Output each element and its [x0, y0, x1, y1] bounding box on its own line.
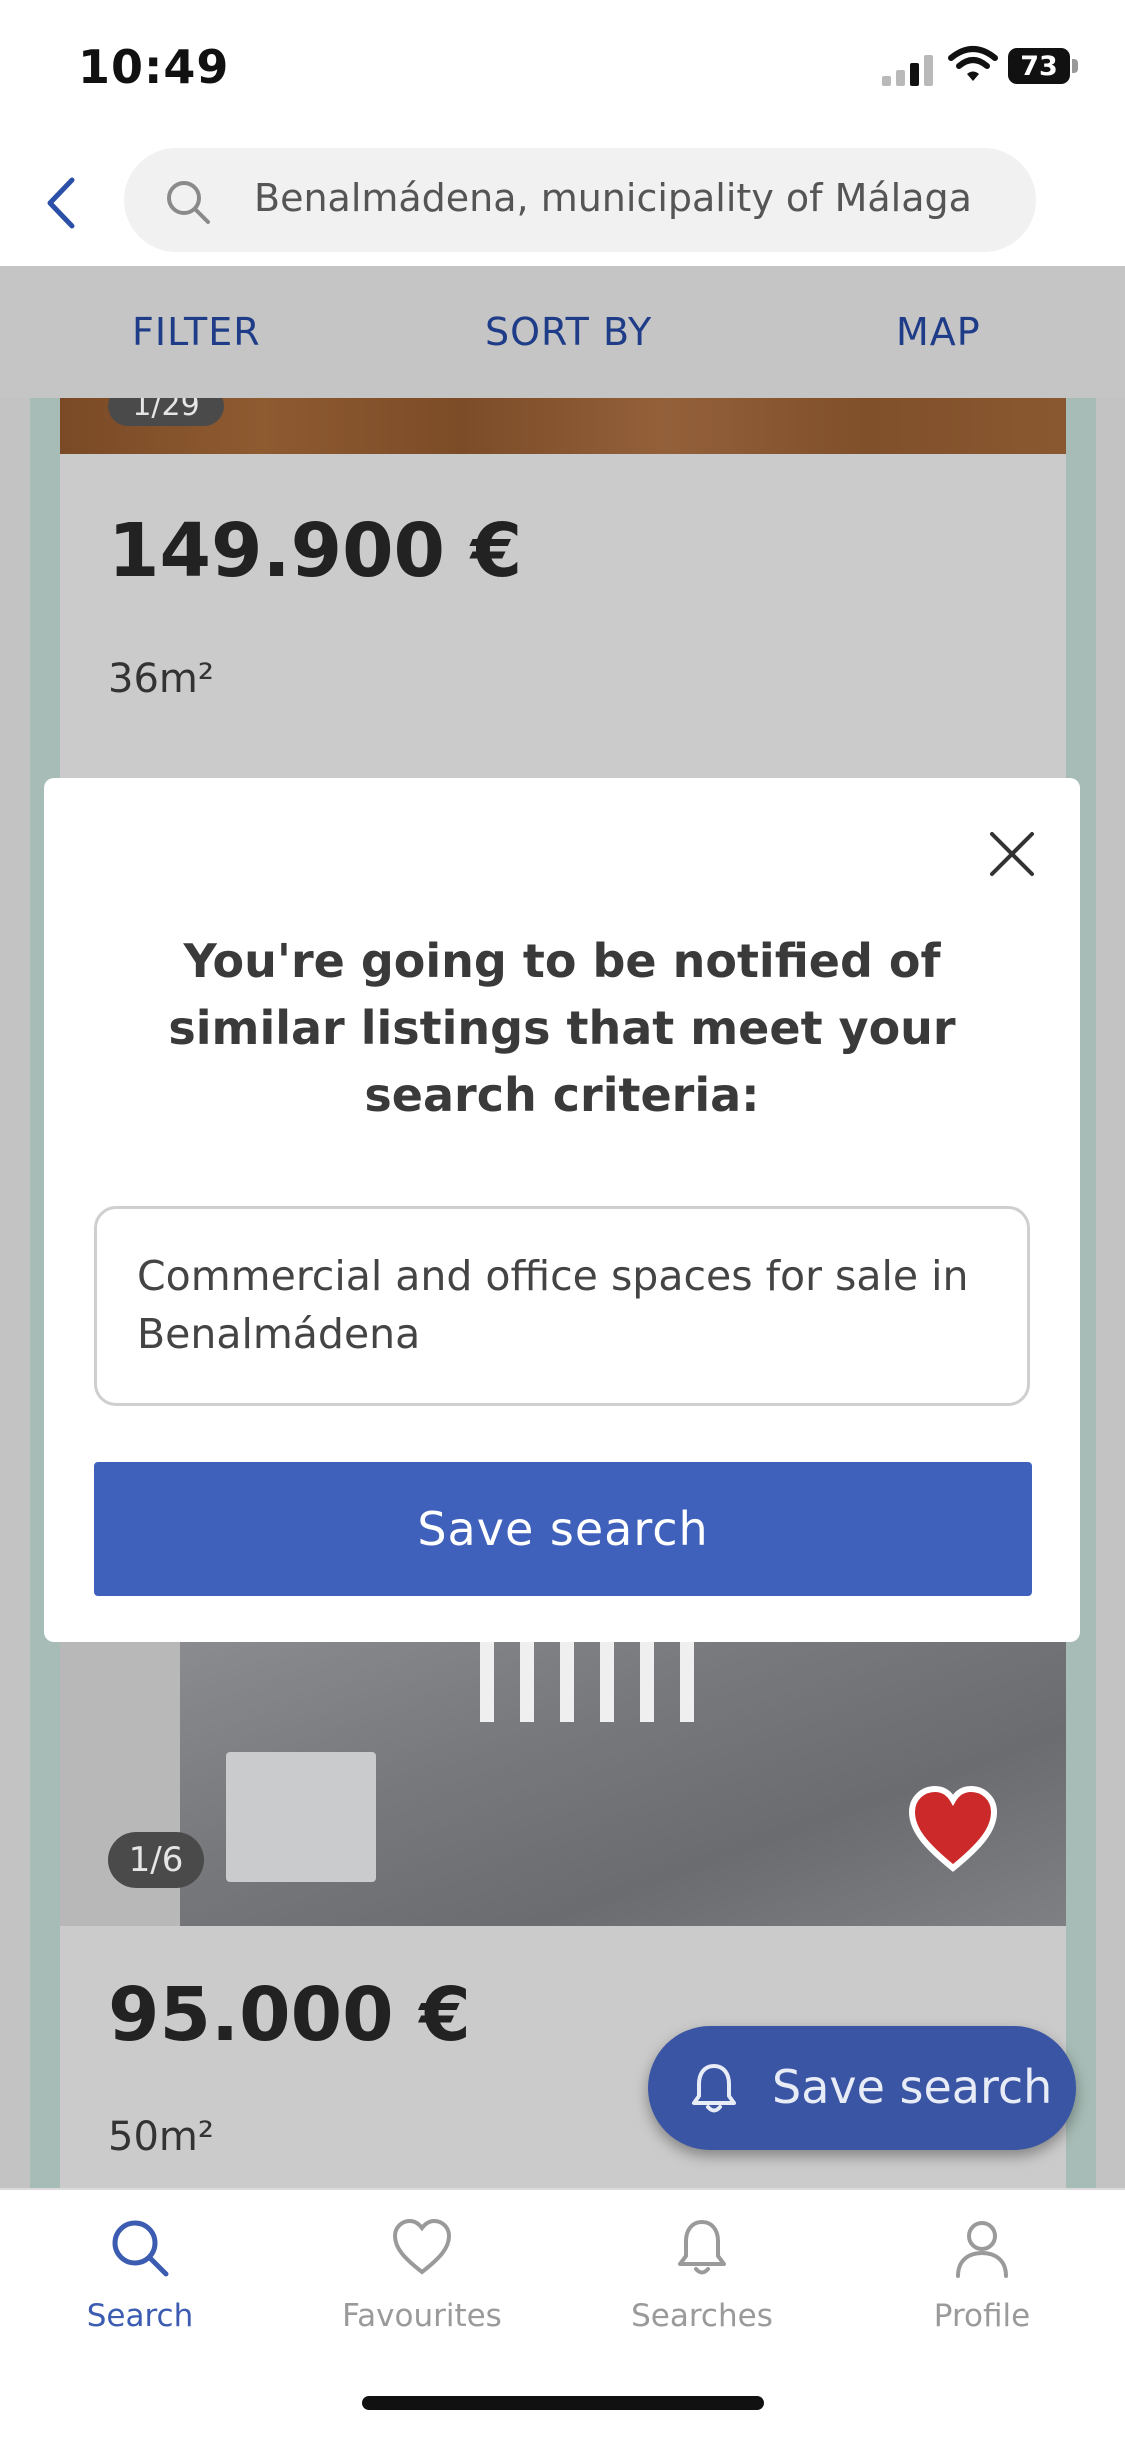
status-bar: 10:49 73 — [0, 0, 1125, 140]
modal-title: You're going to be notified of similar l… — [168, 934, 956, 1122]
listing-card[interactable]: 1/29 149.900 € 36m² — [60, 398, 1066, 818]
save-search-modal: You're going to be notified of similar l… — [44, 778, 1080, 1642]
nav-search[interactable]: Search — [40, 2216, 240, 2376]
floating-save-search-button[interactable]: Save search — [648, 2026, 1076, 2150]
search-location-text: Benalmádena, municipality of Málaga — [254, 176, 972, 220]
listing-size: 36m² — [108, 656, 214, 702]
map-button[interactable]: MAP — [896, 310, 981, 354]
cellular-signal-icon — [882, 55, 933, 86]
nav-profile-label: Profile — [933, 2298, 1031, 2334]
home-indicator — [362, 2396, 764, 2410]
nav-favourites-label: Favourites — [342, 2298, 502, 2334]
search-icon — [112, 2220, 169, 2277]
nav-favourites[interactable]: Favourites — [322, 2216, 522, 2376]
photo-counter: 1/29 — [108, 398, 224, 426]
nav-searches[interactable]: Searches — [602, 2216, 802, 2376]
nav-profile[interactable]: Profile — [882, 2216, 1082, 2376]
search-criteria-field[interactable]: Commercial and office spaces for sale in… — [94, 1206, 1030, 1406]
battery-level: 73 — [1008, 48, 1070, 84]
listing-price: 95.000 € — [108, 1972, 471, 2058]
filter-button[interactable]: FILTER — [132, 310, 261, 354]
person-icon — [956, 2221, 1008, 2278]
listing-price: 149.900 € — [108, 508, 523, 594]
save-search-button[interactable]: Save search — [94, 1462, 1032, 1596]
bell-icon — [678, 2220, 726, 2275]
photo-counter: 1/6 — [108, 1832, 204, 1888]
nav-searches-label: Searches — [631, 2298, 773, 2334]
search-icon — [167, 181, 210, 224]
back-chevron-icon[interactable] — [36, 168, 92, 238]
close-icon[interactable] — [984, 826, 1040, 882]
heart-icon — [392, 2218, 452, 2275]
favourite-heart-icon[interactable] — [906, 1784, 1000, 1874]
nav-search-label: Search — [86, 2298, 194, 2334]
search-header: Benalmádena, municipality of Málaga — [0, 140, 1125, 268]
wifi-icon — [948, 46, 998, 81]
bell-icon — [692, 2064, 736, 2113]
sort-by-button[interactable]: SORT BY — [485, 310, 652, 354]
filter-bar: FILTER SORT BY MAP — [0, 266, 1125, 398]
listing-size: 50m² — [108, 2114, 214, 2160]
status-time: 10:49 — [78, 40, 230, 94]
floating-save-search-label: Save search — [772, 2060, 1053, 2114]
search-bar[interactable]: Benalmádena, municipality of Málaga — [124, 148, 1036, 252]
battery-icon: 73 — [1008, 48, 1080, 86]
